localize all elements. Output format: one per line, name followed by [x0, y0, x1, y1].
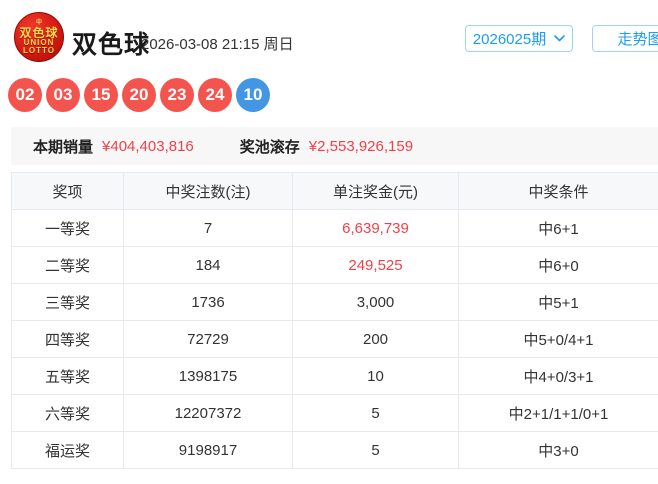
prize-level-cell: 一等奖 [11, 209, 124, 247]
prize-table-header-row: 奖项 中奖注数(注) 单注奖金(元) 中奖条件 [11, 172, 658, 210]
logo-badge: 中 [35, 19, 42, 26]
red-ball: 15 [84, 78, 118, 112]
table-row: 一等奖 7 6,639,739 中6+1 [11, 209, 658, 247]
red-ball: 03 [46, 78, 80, 112]
prize-level-cell: 二等奖 [11, 246, 124, 284]
draw-datetime: 2026-03-08 21:15 周日 [141, 36, 294, 53]
prize-level-cell: 五等奖 [11, 357, 124, 395]
table-row: 六等奖 12207372 5 中2+1/1+1/0+1 [11, 394, 658, 432]
win-condition-cell: 中6+0 [458, 246, 658, 284]
red-ball: 20 [122, 78, 156, 112]
table-row: 二等奖 184 249,525 中6+0 [11, 246, 658, 284]
table-row: 三等奖 1736 3,000 中5+1 [11, 283, 658, 321]
winner-count-cell: 12207372 [123, 394, 293, 432]
red-ball: 02 [8, 78, 42, 112]
prize-level-cell: 福运奖 [11, 431, 124, 469]
prize-amount-cell: 6,639,739 [292, 209, 459, 247]
header-winner-count: 中奖注数(注) [123, 172, 293, 210]
prize-level-cell: 六等奖 [11, 394, 124, 432]
prize-amount-cell: 3,000 [292, 283, 459, 321]
trend-chart-button[interactable]: 走势图 [592, 25, 658, 52]
prize-table: 奖项 中奖注数(注) 单注奖金(元) 中奖条件 一等奖 7 6,639,739 … [11, 172, 658, 469]
win-condition-cell: 中5+0/4+1 [458, 320, 658, 358]
win-condition-cell: 中4+0/3+1 [458, 357, 658, 395]
page-title: 双色球 [72, 31, 151, 59]
win-condition-cell: 中2+1/1+1/0+1 [458, 394, 658, 432]
win-condition-cell: 中6+1 [458, 209, 658, 247]
win-condition-cell: 中3+0 [458, 431, 658, 469]
table-row: 四等奖 72729 200 中5+0/4+1 [11, 320, 658, 358]
header-prize-amount: 单注奖金(元) [292, 172, 459, 210]
lottery-results-page: 中 双色球 UNION LOTTO 双色球 2026-03-08 21:15 周… [0, 0, 658, 484]
pool-value: ¥2,553,926,159 [308, 137, 414, 155]
header-prize-level: 奖项 [11, 172, 124, 210]
winner-count-cell: 1736 [123, 283, 293, 321]
winner-count-cell: 9198917 [123, 431, 293, 469]
prize-table-body: 一等奖 7 6,639,739 中6+1 二等奖 184 249,525 中6+… [11, 209, 658, 469]
sales-summary: 本期销量 ¥404,403,816 [33, 136, 194, 157]
union-lotto-logo: 中 双色球 UNION LOTTO [14, 12, 64, 62]
prize-level-cell: 四等奖 [11, 320, 124, 358]
red-ball: 24 [198, 78, 232, 112]
winner-count-cell: 72729 [123, 320, 293, 358]
ball-row: 02 03 15 20 23 24 10 [8, 78, 270, 112]
winner-count-cell: 7 [123, 209, 293, 247]
logo-lotto-text: LOTTO [23, 45, 55, 55]
prize-amount-cell: 5 [292, 394, 459, 432]
chevron-down-icon [554, 35, 566, 42]
table-row: 五等奖 1398175 10 中4+0/3+1 [11, 357, 658, 395]
pool-summary: 奖池滚存 ¥2,553,926,159 [240, 136, 413, 157]
pool-label: 奖池滚存 [239, 138, 300, 156]
header-win-condition: 中奖条件 [458, 172, 658, 210]
red-ball: 23 [160, 78, 194, 112]
table-row: 福运奖 9198917 5 中3+0 [11, 431, 658, 469]
period-select[interactable]: 2026025期 [465, 25, 573, 52]
prize-level-cell: 三等奖 [11, 283, 124, 321]
sales-value: ¥404,403,816 [102, 137, 194, 155]
prize-amount-cell: 200 [292, 320, 459, 358]
prize-amount-cell: 249,525 [292, 246, 459, 284]
sales-label: 本期销量 [33, 138, 94, 156]
winner-count-cell: 184 [123, 246, 293, 284]
period-select-value: 2026025期 [472, 31, 547, 48]
prize-amount-cell: 5 [292, 431, 459, 469]
prize-amount-cell: 10 [292, 357, 459, 395]
winner-count-cell: 1398175 [123, 357, 293, 395]
blue-ball: 10 [236, 78, 270, 112]
win-condition-cell: 中5+1 [458, 283, 658, 321]
summary-bar: 本期销量 ¥404,403,816 奖池滚存 ¥2,553,926,159 [11, 127, 658, 165]
